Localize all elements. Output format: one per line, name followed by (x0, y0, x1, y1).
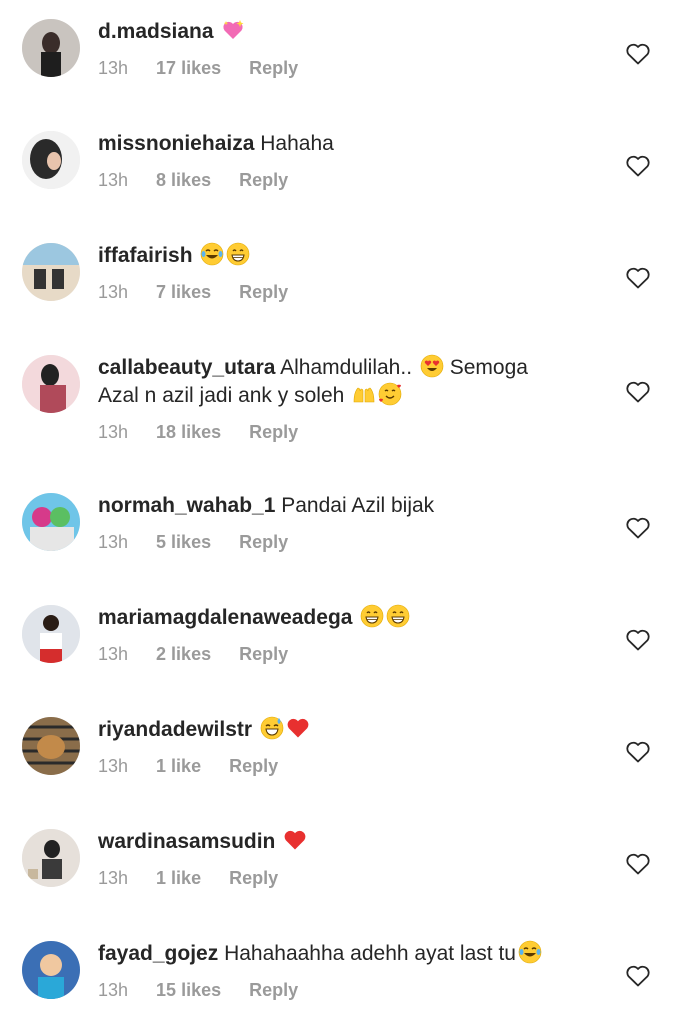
comment-meta: 13h 5 likes Reply (98, 532, 316, 553)
reply-button[interactable]: Reply (239, 282, 288, 302)
timestamp: 13h (98, 58, 129, 78)
avatar[interactable] (22, 605, 80, 663)
likes-count-link[interactable]: 2 likes (156, 644, 211, 664)
like-heart-icon[interactable] (625, 740, 651, 764)
like-heart-icon[interactable] (625, 154, 651, 178)
likes-count-link[interactable]: 17 likes (156, 58, 221, 78)
comment-text: riyandadewilstr (98, 716, 598, 744)
like-heart-icon[interactable] (625, 852, 651, 876)
timestamp: 13h (98, 644, 129, 664)
avatar[interactable] (22, 493, 80, 551)
timestamp: 13h (98, 170, 129, 190)
comment-text: d.madsiana (98, 18, 598, 46)
reply-button[interactable]: Reply (249, 422, 298, 442)
likes-count-link[interactable]: 5 likes (156, 532, 211, 552)
reply-button[interactable]: Reply (239, 644, 288, 664)
username-link[interactable]: normah_wahab_1 (98, 494, 275, 517)
avatar[interactable] (22, 941, 80, 999)
username-link[interactable]: callabeauty_utara (98, 356, 275, 379)
avatar[interactable] (22, 717, 80, 775)
timestamp: 13h (98, 980, 129, 1000)
username-link[interactable]: fayad_gojez (98, 942, 218, 965)
comment-meta: 13h 8 likes Reply (98, 170, 316, 191)
avatar[interactable] (22, 355, 80, 413)
comment-text: iffafairish (98, 242, 598, 270)
comment-body: Hahaha (260, 132, 334, 155)
sweat-smile-emoji-icon (260, 716, 284, 740)
timestamp: 13h (98, 422, 129, 442)
reply-button[interactable]: Reply (249, 980, 298, 1000)
timestamp: 13h (98, 756, 129, 776)
username-link[interactable]: mariamagdalenaweadega (98, 606, 352, 629)
username-link[interactable]: d.madsiana (98, 20, 214, 43)
red-heart-emoji-icon (284, 830, 306, 850)
reply-button[interactable]: Reply (249, 58, 298, 78)
comment-text: missnoniehaiza Hahaha (98, 130, 598, 158)
like-heart-icon[interactable] (625, 516, 651, 540)
likes-count-link[interactable]: 1 like (156, 868, 201, 888)
avatar[interactable] (22, 829, 80, 887)
smiling-hearts-emoji-icon (378, 382, 402, 406)
like-heart-icon[interactable] (625, 964, 651, 988)
comment-meta: 13h 1 like Reply (98, 756, 306, 777)
comment-body: Pandai Azil bijak (281, 494, 435, 517)
comment-text: mariamagdalenaweadega (98, 604, 598, 632)
comment-text: wardinasamsudin (98, 828, 598, 856)
comment-meta: 13h 2 likes Reply (98, 644, 316, 665)
comment-text: normah_wahab_1 Pandai Azil bijak (98, 492, 598, 520)
avatar[interactable] (22, 243, 80, 301)
raising-hands-emoji-icon (353, 387, 375, 403)
comment-body-line2: Azal n azil jadi ank y soleh (98, 384, 351, 407)
grinning-emoji-icon (227, 242, 250, 266)
username-link[interactable]: iffafairish (98, 244, 193, 267)
timestamp: 13h (98, 282, 129, 302)
likes-count-link[interactable]: 15 likes (156, 980, 221, 1000)
comment-meta: 13h 15 likes Reply (98, 980, 326, 1001)
tears-of-joy-emoji-icon (518, 940, 542, 964)
reply-button[interactable]: Reply (239, 170, 288, 190)
comment-body: Hahahaahha adehh ayat last tu (224, 942, 516, 965)
red-heart-emoji-icon (287, 718, 309, 738)
like-heart-icon[interactable] (625, 42, 651, 66)
likes-count-link[interactable]: 18 likes (156, 422, 221, 442)
comment-meta: 13h 17 likes Reply (98, 58, 326, 79)
comment-text: fayad_gojez Hahahaahha adehh ayat last t… (98, 940, 598, 968)
comment-meta: 13h 18 likes Reply (98, 422, 326, 443)
username-link[interactable]: riyandadewilstr (98, 718, 252, 741)
likes-count-link[interactable]: 7 likes (156, 282, 211, 302)
like-heart-icon[interactable] (625, 628, 651, 652)
heart-eyes-emoji-icon (420, 354, 444, 378)
reply-button[interactable]: Reply (239, 532, 288, 552)
avatar[interactable] (22, 131, 80, 189)
tears-of-joy-emoji-icon (201, 242, 224, 266)
likes-count-link[interactable]: 8 likes (156, 170, 211, 190)
grinning-emoji-icon (386, 604, 410, 628)
comment-body: Alhamdulilah.. (280, 356, 418, 379)
like-heart-icon[interactable] (625, 380, 651, 404)
reply-button[interactable]: Reply (229, 868, 278, 888)
likes-count-link[interactable]: 1 like (156, 756, 201, 776)
comment-text: callabeauty_utara Alhamdulilah.. Semoga A… (98, 354, 598, 410)
timestamp: 13h (98, 532, 129, 552)
reply-button[interactable]: Reply (229, 756, 278, 776)
timestamp: 13h (98, 868, 129, 888)
username-link[interactable]: missnoniehaiza (98, 132, 254, 155)
like-heart-icon[interactable] (625, 266, 651, 290)
sparkling-heart-emoji-icon (223, 20, 244, 39)
grinning-emoji-icon (360, 604, 384, 628)
username-link[interactable]: wardinasamsudin (98, 830, 275, 853)
comment-meta: 13h 1 like Reply (98, 868, 306, 889)
comment-body-cont: Semoga (443, 356, 528, 379)
comment-meta: 13h 7 likes Reply (98, 282, 316, 303)
avatar[interactable] (22, 19, 80, 77)
